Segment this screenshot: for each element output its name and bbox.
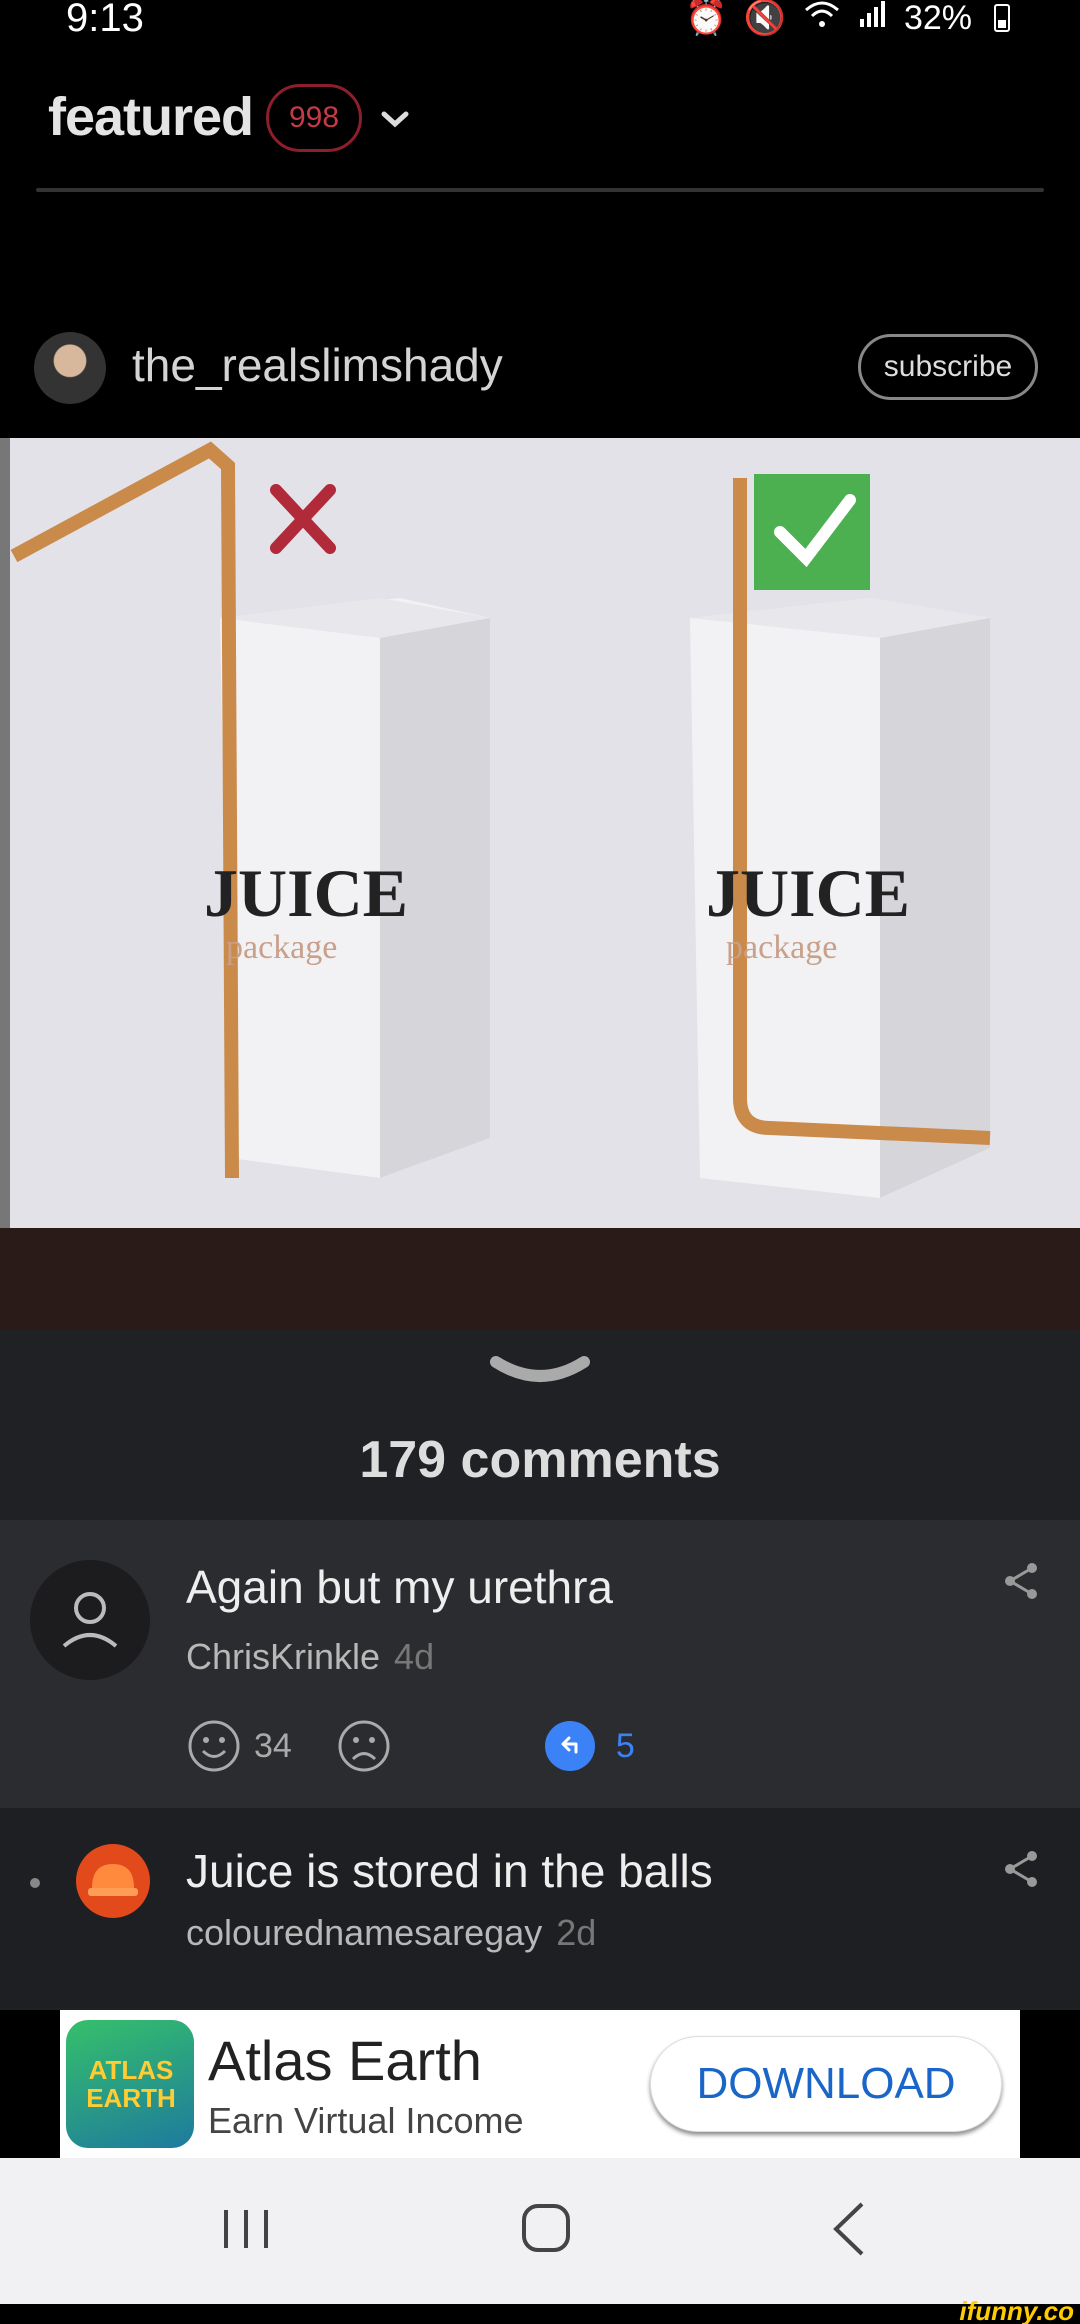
- post-image[interactable]: JUICE package JUICE package: [0, 438, 1080, 1330]
- status-bar: 9:13 ⏰ 🔇 32%: [0, 0, 1080, 40]
- comment-username[interactable]: colourednamesaregay: [186, 1912, 542, 1953]
- frown-icon: [338, 1720, 390, 1772]
- thread-dot: [30, 1878, 40, 1888]
- user-placeholder-icon: [62, 1592, 118, 1648]
- comment-meta: colourednamesaregay 2d: [186, 1912, 596, 1954]
- share-icon[interactable]: [1000, 1560, 1042, 1602]
- frown-reaction[interactable]: [336, 1718, 392, 1774]
- comment-text: Again but my urethra: [186, 1561, 614, 1613]
- ad-banner[interactable]: ATLAS EARTH Atlas Earth Earn Virtual Inc…: [60, 2010, 1020, 2158]
- post-author-row: the_realslimshady subscribe: [0, 320, 1080, 420]
- bottom-strip: [0, 2304, 1080, 2324]
- hardhat-avatar-icon: [88, 1864, 138, 1896]
- ad-logo-text: ATLAS EARTH: [86, 2055, 176, 2113]
- system-nav-bar: [0, 2158, 1080, 2304]
- comment-text: Juice is stored in the balls: [186, 1845, 713, 1897]
- smile-count: 34: [254, 1726, 292, 1765]
- battery-percent: 32%: [903, 0, 972, 37]
- ad-title: Atlas Earth: [208, 2029, 482, 2092]
- reply-count: 5: [615, 1726, 635, 1765]
- atlas-earth-logo: ATLAS EARTH: [66, 2020, 194, 2148]
- author-avatar[interactable]: [34, 332, 106, 404]
- collapse-handle-icon[interactable]: [488, 1354, 592, 1390]
- smile-icon: [188, 1720, 240, 1772]
- comment-avatar[interactable]: [30, 1560, 150, 1680]
- comment-time: 4d: [394, 1636, 435, 1677]
- chevron-down-icon[interactable]: [380, 106, 410, 130]
- comment-item: Again but my urethra ChrisKrinkle 4d 34 5: [0, 1520, 1080, 1808]
- home-icon[interactable]: [506, 2194, 586, 2264]
- feed-header: featured 998: [0, 40, 1080, 200]
- ifunny-watermark: ifunny.co: [959, 2296, 1074, 2324]
- mute-icon: 🔇: [743, 0, 786, 37]
- comment-meta: ChrisKrinkle 4d: [186, 1636, 434, 1678]
- comment-reactions: 34 5: [186, 1716, 635, 1776]
- next-image-preview: [0, 1228, 1080, 1330]
- comment-item: Juice is stored in the balls colourednam…: [0, 1808, 1080, 2008]
- header-divider: [36, 188, 1044, 192]
- right-package-label: package: [726, 929, 837, 966]
- comments-count: 179 comments: [359, 1431, 721, 1489]
- juice-box-illustration: JUICE package JUICE package: [0, 438, 991, 1330]
- reply-button[interactable]: 5: [542, 1718, 635, 1774]
- ad-download-button[interactable]: DOWNLOAD: [650, 2036, 1002, 2132]
- signal-icon: [858, 0, 888, 38]
- battery-icon: [994, 4, 1010, 32]
- back-icon[interactable]: [810, 2194, 890, 2264]
- smile-reaction[interactable]: 34: [186, 1718, 292, 1774]
- notification-badge[interactable]: 998: [266, 84, 362, 152]
- status-time: 9:13: [66, 0, 144, 40]
- ad-subtitle: Earn Virtual Income: [208, 2100, 524, 2141]
- feed-title[interactable]: featured: [48, 86, 254, 148]
- comments-panel: 179 comments Again but my urethra ChrisK…: [0, 1330, 1080, 2010]
- right-juice-label: JUICE: [706, 855, 910, 931]
- subscribe-button[interactable]: subscribe: [858, 334, 1038, 400]
- status-icons: ⏰ 🔇 32%: [685, 0, 1010, 39]
- left-package-label: package: [226, 929, 337, 966]
- comment-username[interactable]: ChrisKrinkle: [186, 1636, 380, 1677]
- left-juice-label: JUICE: [204, 855, 408, 931]
- recent-apps-icon[interactable]: [206, 2194, 286, 2264]
- author-username[interactable]: the_realslimshady: [132, 338, 503, 392]
- reply-icon: [544, 1721, 595, 1771]
- comment-time: 2d: [556, 1912, 597, 1953]
- share-icon[interactable]: [1000, 1848, 1042, 1890]
- comment-avatar[interactable]: [76, 1844, 150, 1918]
- alarm-icon: ⏰: [685, 0, 728, 37]
- wifi-icon: [802, 0, 842, 39]
